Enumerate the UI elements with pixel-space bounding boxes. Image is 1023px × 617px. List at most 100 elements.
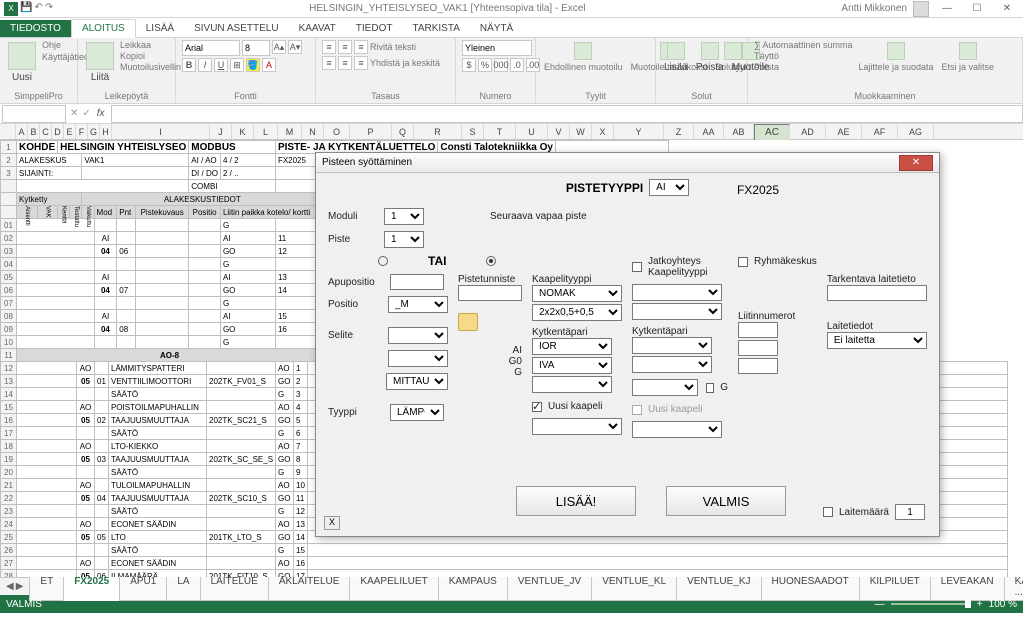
tab-file[interactable]: TIEDOSTO bbox=[0, 20, 71, 37]
formula-input[interactable] bbox=[111, 105, 1023, 123]
moduli-select[interactable]: 1 bbox=[384, 208, 424, 225]
paste-button[interactable]: Liitä bbox=[84, 40, 116, 85]
zoom-in-icon[interactable]: + bbox=[977, 599, 983, 610]
zoom-level[interactable]: 100 % bbox=[989, 599, 1017, 610]
comma-icon[interactable]: 000 bbox=[494, 58, 508, 72]
percent-icon[interactable]: % bbox=[478, 58, 492, 72]
jatko-select-2[interactable] bbox=[632, 303, 722, 320]
tab-data[interactable]: TIEDOT bbox=[346, 20, 403, 37]
pistetyyppi-select[interactable]: AI bbox=[649, 179, 689, 196]
jatko-select-1[interactable] bbox=[632, 284, 722, 301]
fill-color-button[interactable]: 🪣 bbox=[246, 58, 260, 72]
align-bot-icon[interactable]: ≡ bbox=[354, 40, 368, 54]
user-avatar-icon[interactable] bbox=[913, 1, 929, 17]
folder-icon[interactable] bbox=[458, 313, 478, 331]
bold-button[interactable]: B bbox=[182, 58, 196, 72]
autosum-button[interactable]: ∑ Automaattinen summa bbox=[754, 40, 852, 50]
undo-icon[interactable]: ↶ bbox=[34, 2, 42, 16]
underline-button[interactable]: U bbox=[214, 58, 228, 72]
font-color-button[interactable]: A bbox=[262, 58, 276, 72]
sheet-nav-first-icon[interactable]: ◀ bbox=[6, 581, 14, 592]
tab-home[interactable]: ALOITUS bbox=[71, 19, 136, 38]
align-right-icon[interactable]: ≡ bbox=[354, 56, 368, 70]
laitemaara-checkbox[interactable] bbox=[823, 507, 833, 517]
inc-dec-icon[interactable]: .0 bbox=[510, 58, 524, 72]
enter-icon[interactable]: ✓ bbox=[82, 108, 90, 119]
uusi-kaapeli-select-2[interactable] bbox=[632, 421, 722, 438]
liitin-3[interactable] bbox=[738, 358, 778, 374]
wrap-text-button[interactable]: Rivitä teksti bbox=[370, 42, 416, 52]
sheet-nav-last-icon[interactable]: ▶ bbox=[16, 581, 24, 592]
fx-icon[interactable]: fx bbox=[97, 108, 105, 119]
border-button[interactable]: ⊞ bbox=[230, 58, 244, 72]
font-name-select[interactable] bbox=[182, 40, 240, 56]
tab-view[interactable]: NÄYTÄ bbox=[470, 20, 523, 37]
kytkentapari-g-select[interactable] bbox=[532, 376, 612, 393]
tyyppi-select[interactable]: LÄMPÖ bbox=[390, 404, 444, 421]
insert-cells-button[interactable]: Lisää bbox=[662, 40, 690, 75]
italic-button[interactable]: I bbox=[198, 58, 212, 72]
select-all-corner[interactable] bbox=[0, 124, 16, 139]
kytkentapari2-3[interactable] bbox=[632, 379, 698, 396]
uusi-button[interactable]: Uusi bbox=[6, 40, 38, 85]
jatkoyhteys-checkbox[interactable] bbox=[632, 262, 642, 272]
selite-select-3[interactable]: MITTAUS bbox=[386, 373, 448, 390]
tab-formulas[interactable]: KAAVAT bbox=[289, 20, 346, 37]
radio-right[interactable] bbox=[486, 256, 496, 266]
col-ac-selected[interactable]: AC bbox=[754, 124, 790, 141]
lisaa-button[interactable]: LISÄÄ! bbox=[516, 486, 636, 516]
number-format-select[interactable] bbox=[462, 40, 532, 56]
tab-review[interactable]: TARKISTA bbox=[402, 20, 469, 37]
uusi-kaapeli-select-1[interactable] bbox=[532, 418, 622, 435]
decrease-font-icon[interactable]: A▾ bbox=[288, 40, 302, 54]
fill-button[interactable]: Täyttö bbox=[754, 51, 852, 61]
liitin-2[interactable] bbox=[738, 340, 778, 356]
cancel-icon[interactable]: ✕ bbox=[70, 108, 78, 119]
currency-icon[interactable]: $ bbox=[462, 58, 476, 72]
delete-cells-button[interactable]: Poista bbox=[694, 40, 726, 75]
clear-button[interactable]: Poista bbox=[754, 62, 852, 72]
align-mid-icon[interactable]: ≡ bbox=[338, 40, 352, 54]
zoom-out-icon[interactable]: — bbox=[875, 599, 885, 610]
font-size-select[interactable] bbox=[242, 40, 270, 56]
kaapelityyppi-select-2[interactable]: 2x2x0,5+0,5 bbox=[532, 304, 622, 321]
increase-font-icon[interactable]: A▴ bbox=[272, 40, 286, 54]
g-checkbox[interactable] bbox=[706, 383, 714, 393]
kytkentapari-g0-select[interactable]: IVA bbox=[532, 357, 612, 374]
save-icon[interactable]: 💾 bbox=[20, 2, 32, 16]
positio-select[interactable]: _M bbox=[388, 296, 448, 313]
apupositio-input[interactable] bbox=[390, 274, 444, 290]
piste-select[interactable]: 1 bbox=[384, 231, 424, 248]
tab-insert[interactable]: LISÄÄ bbox=[136, 20, 184, 37]
name-box[interactable] bbox=[2, 105, 66, 123]
tab-layout[interactable]: SIVUN ASETTELU bbox=[184, 20, 288, 37]
copy-button[interactable]: Kopioi bbox=[120, 51, 181, 61]
selite-select-1[interactable] bbox=[388, 327, 448, 344]
dialog-x-button[interactable]: X bbox=[324, 516, 340, 530]
align-top-icon[interactable]: ≡ bbox=[322, 40, 336, 54]
dialog-close-button[interactable]: ✕ bbox=[899, 155, 933, 171]
kytkentapari2-2[interactable] bbox=[632, 356, 712, 373]
pistetunniste-input[interactable] bbox=[458, 285, 522, 301]
close-button[interactable]: ✕ bbox=[995, 3, 1019, 14]
tarkentava-input[interactable] bbox=[827, 285, 927, 301]
zoom-slider[interactable] bbox=[891, 603, 971, 605]
find-select-button[interactable]: Etsi ja valitse bbox=[940, 40, 997, 74]
kytkentapari-ai-select[interactable]: IOR bbox=[532, 338, 612, 355]
selite-select-2[interactable] bbox=[388, 350, 448, 367]
cut-button[interactable]: Leikkaa bbox=[120, 40, 181, 50]
laitemaara-input[interactable] bbox=[895, 504, 925, 520]
uusi-kaapeli-checkbox-1[interactable] bbox=[532, 402, 542, 412]
radio-left[interactable] bbox=[378, 256, 388, 266]
cell-kohde[interactable]: KOHDE bbox=[17, 141, 58, 154]
kaapelityyppi-select-1[interactable]: NOMAK bbox=[532, 285, 622, 302]
liitin-1[interactable] bbox=[738, 322, 778, 338]
ryhmakeskus-checkbox[interactable] bbox=[738, 257, 748, 267]
valmis-button[interactable]: VALMIS bbox=[666, 486, 786, 516]
format-painter-button[interactable]: Muotoilusivellin bbox=[120, 62, 181, 72]
sort-filter-button[interactable]: Lajittele ja suodata bbox=[856, 40, 935, 74]
redo-icon[interactable]: ↷ bbox=[45, 2, 53, 16]
maximize-button[interactable]: ☐ bbox=[965, 3, 989, 14]
cond-format-button[interactable]: Ehdollinen muotoilu bbox=[542, 40, 625, 74]
merge-button[interactable]: Yhdistä ja keskitä bbox=[370, 58, 440, 68]
